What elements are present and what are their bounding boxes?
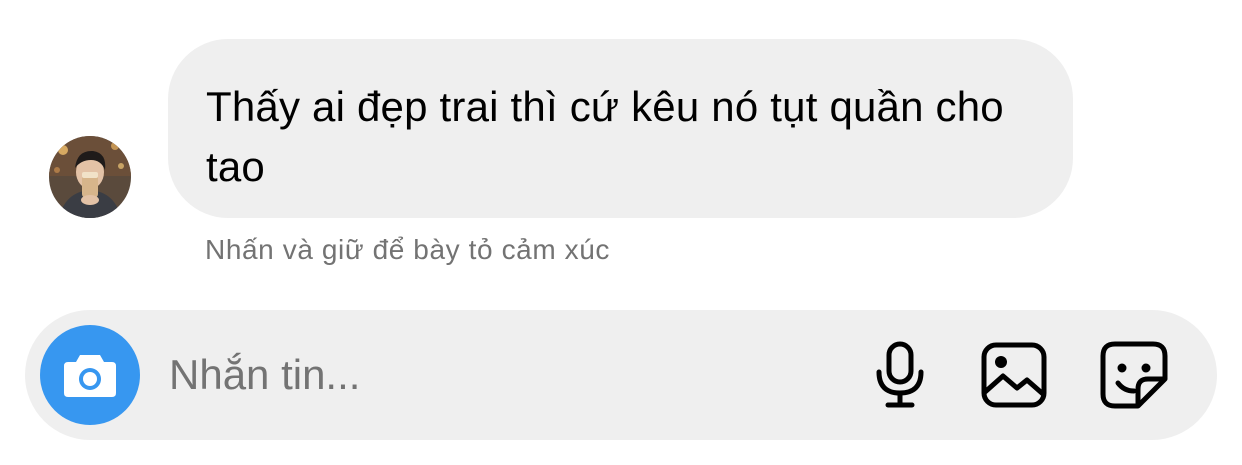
avatar[interactable]: [49, 136, 131, 218]
gallery-icon: [981, 342, 1047, 408]
camera-icon: [64, 355, 116, 397]
reaction-hint: Nhấn và giữ để bày tỏ cảm xúc: [205, 234, 611, 265]
avatar-photo: [49, 136, 131, 218]
message-bubble[interactable]: Thấy ai đẹp trai thì cứ kêu nó tụt quần …: [168, 39, 1073, 218]
microphone-button[interactable]: [865, 340, 935, 410]
sticker-icon: [1100, 341, 1168, 409]
camera-button[interactable]: [40, 325, 140, 425]
message-input[interactable]: [169, 345, 729, 405]
sticker-button[interactable]: [1099, 340, 1169, 410]
message-text: Thấy ai đẹp trai thì cứ kêu nó tụt quần …: [206, 83, 1004, 190]
microphone-icon: [876, 341, 924, 408]
gallery-button[interactable]: [979, 340, 1049, 410]
message-composer: [25, 310, 1217, 440]
